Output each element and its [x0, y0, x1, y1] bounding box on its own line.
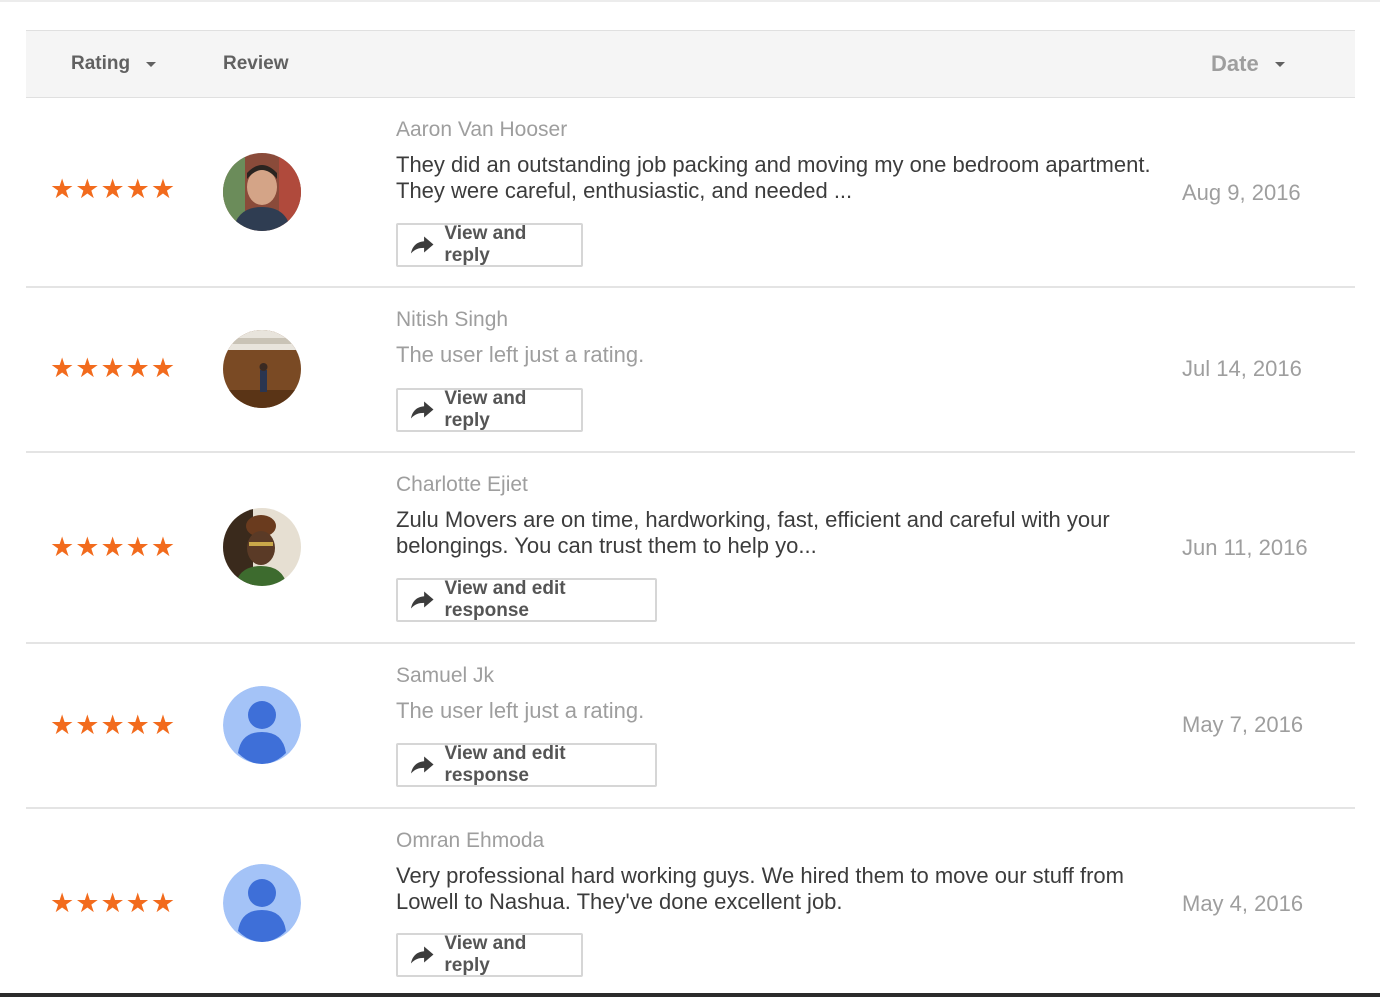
star-icon: ★ [75, 174, 100, 204]
star-icon: ★ [50, 174, 75, 204]
star-icon: ★ [100, 174, 125, 204]
review-text: Very professional hard working guys. We … [396, 863, 1124, 914]
top-divider [0, 0, 1380, 2]
star-icon: ★ [125, 532, 150, 562]
button-label: View and reply [444, 388, 527, 431]
review-content: Charlotte Ejiet Zulu Movers are on time,… [396, 473, 1156, 559]
star-icon: ★ [100, 532, 125, 562]
star-icon: ★ [150, 532, 176, 562]
rating-header-label: Rating [71, 53, 131, 74]
star-icon: ★ [50, 353, 75, 383]
rating-column-header[interactable]: Rating [71, 31, 157, 97]
reviews-table: Rating Review Date ★ ★ ★ ★ ★ Aaron Van H… [26, 30, 1355, 995]
date-column-header[interactable]: Date [1211, 31, 1285, 97]
review-column-header: Review [223, 31, 288, 97]
review-text: Zulu Movers are on time, hardworking, fa… [396, 507, 1110, 558]
table-row: ★ ★ ★ ★ ★ Omran Ehmoda Very professional… [26, 809, 1355, 995]
review-text: They did an outstanding job packing and … [396, 152, 1151, 203]
star-rating: ★ ★ ★ ★ ★ [50, 890, 175, 917]
star-icon: ★ [100, 710, 125, 740]
share-arrow-icon [410, 591, 434, 609]
review-date: May 4, 2016 [1182, 891, 1304, 916]
review-content: Samuel Jk The user left just a rating. [396, 664, 1156, 724]
star-icon: ★ [100, 353, 125, 383]
review-date: Jun 11, 2016 [1182, 535, 1308, 560]
star-icon: ★ [150, 174, 176, 204]
button-label: View and reply [444, 933, 527, 976]
review-date: Aug 9, 2016 [1182, 180, 1301, 205]
default-user-icon [223, 864, 301, 942]
review-date: May 7, 2016 [1182, 712, 1304, 737]
bottom-divider [0, 993, 1380, 997]
star-icon: ★ [150, 353, 176, 383]
review-content: Aaron Van Hooser They did an outstanding… [396, 118, 1156, 204]
star-icon: ★ [75, 888, 100, 918]
star-icon: ★ [125, 710, 150, 740]
button-label: View and edit response [444, 578, 566, 621]
star-icon: ★ [150, 710, 176, 740]
caret-down-icon [1274, 61, 1285, 67]
star-icon: ★ [150, 888, 176, 918]
review-date: Jul 14, 2016 [1182, 356, 1302, 381]
star-icon: ★ [50, 532, 75, 562]
reviewer-name: Omran Ehmoda [396, 829, 545, 852]
caret-down-icon [146, 61, 157, 67]
star-rating: ★ ★ ★ ★ ★ [50, 176, 175, 203]
star-icon: ★ [50, 710, 75, 740]
reviewer-name: Samuel Jk [396, 664, 495, 687]
share-arrow-icon [410, 236, 434, 254]
table-row: ★ ★ ★ ★ ★ Aaron Van Hooser They did an o… [26, 98, 1355, 288]
default-user-icon [223, 686, 301, 764]
table-row: ★ ★ ★ ★ ★ Charlotte Ejiet Zulu Movers ar… [26, 453, 1355, 644]
share-arrow-icon [410, 946, 434, 964]
review-text: The user left just a rating. [396, 342, 645, 367]
star-rating: ★ ★ ★ ★ ★ [50, 712, 175, 739]
star-icon: ★ [100, 888, 125, 918]
star-rating: ★ ★ ★ ★ ★ [50, 534, 175, 561]
review-content: Nitish Singh The user left just a rating… [396, 308, 1156, 368]
star-icon: ★ [75, 710, 100, 740]
review-content: Omran Ehmoda Very professional hard work… [396, 829, 1156, 915]
button-label: View and edit response [444, 743, 566, 786]
table-row: ★ ★ ★ ★ ★ Nitish Singh The user left jus… [26, 288, 1355, 453]
star-icon: ★ [125, 353, 150, 383]
date-header-label: Date [1211, 51, 1259, 76]
star-rating: ★ ★ ★ ★ ★ [50, 355, 175, 382]
view-and-edit-response-button[interactable]: View and edit response [396, 578, 657, 622]
table-header: Rating Review Date [26, 30, 1355, 98]
button-label: View and reply [444, 223, 527, 266]
share-arrow-icon [410, 401, 434, 419]
avatar [223, 153, 301, 231]
review-header-label: Review [223, 53, 289, 74]
view-and-reply-button[interactable]: View and reply [396, 223, 583, 267]
reviewer-name: Nitish Singh [396, 308, 509, 331]
star-icon: ★ [125, 174, 150, 204]
review-text: The user left just a rating. [396, 698, 645, 723]
table-row: ★ ★ ★ ★ ★ Samuel Jk The user left just a… [26, 644, 1355, 809]
reviewer-name: Charlotte Ejiet [396, 473, 528, 496]
avatar [223, 508, 301, 586]
star-icon: ★ [125, 888, 150, 918]
star-icon: ★ [50, 888, 75, 918]
view-and-reply-button[interactable]: View and reply [396, 388, 583, 432]
avatar [223, 330, 301, 408]
reviewer-name: Aaron Van Hooser [396, 118, 568, 141]
star-icon: ★ [75, 353, 100, 383]
view-and-reply-button[interactable]: View and reply [396, 933, 583, 977]
star-icon: ★ [75, 532, 100, 562]
view-and-edit-response-button[interactable]: View and edit response [396, 743, 657, 787]
share-arrow-icon [410, 756, 434, 774]
